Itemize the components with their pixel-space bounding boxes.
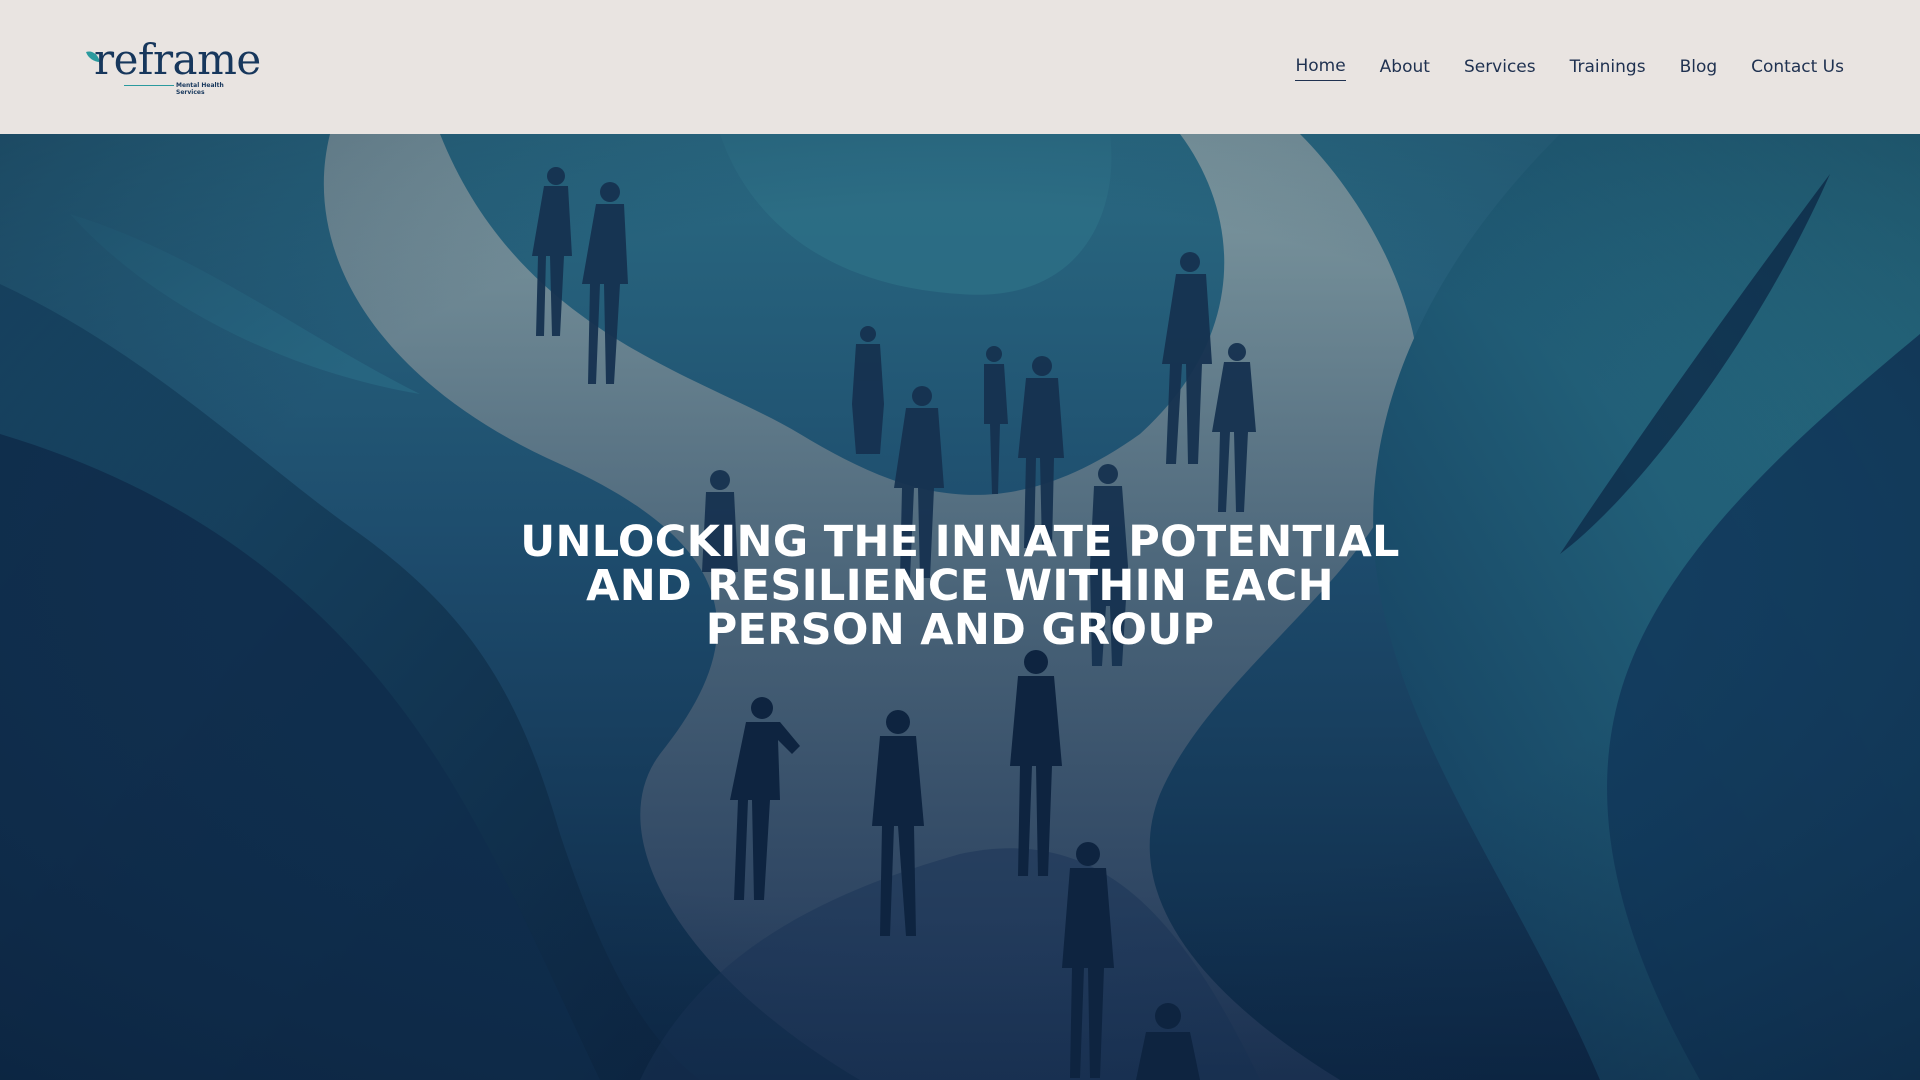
headline-line: UNLOCKING THE INNATE POTENTIAL <box>520 517 1400 567</box>
brand-underline <box>124 85 174 86</box>
nav-contact[interactable]: Contact Us <box>1751 55 1844 81</box>
person-silhouette <box>852 326 884 454</box>
main-nav: Home About Services Trainings Blog Conta… <box>1295 54 1844 81</box>
brand-logo[interactable]: reframe Mental Health Services <box>84 36 261 96</box>
brand-wordmark: reframe <box>94 35 261 84</box>
brand-tagline: Mental Health Services <box>176 82 224 96</box>
hero-section: UNLOCKING THE INNATE POTENTIAL AND RESIL… <box>0 134 1920 1080</box>
headline-line: AND RESILIENCE WITHIN EACH <box>586 561 1334 611</box>
hero-headline: UNLOCKING THE INNATE POTENTIAL AND RESIL… <box>460 520 1460 652</box>
nav-home[interactable]: Home <box>1295 54 1346 81</box>
nav-about[interactable]: About <box>1380 55 1430 81</box>
nav-services[interactable]: Services <box>1464 55 1536 81</box>
site-header: reframe Mental Health Services Home Abou… <box>0 0 1920 134</box>
nav-blog[interactable]: Blog <box>1680 55 1718 81</box>
nav-trainings[interactable]: Trainings <box>1570 55 1646 81</box>
headline-line: PERSON AND GROUP <box>705 605 1215 655</box>
